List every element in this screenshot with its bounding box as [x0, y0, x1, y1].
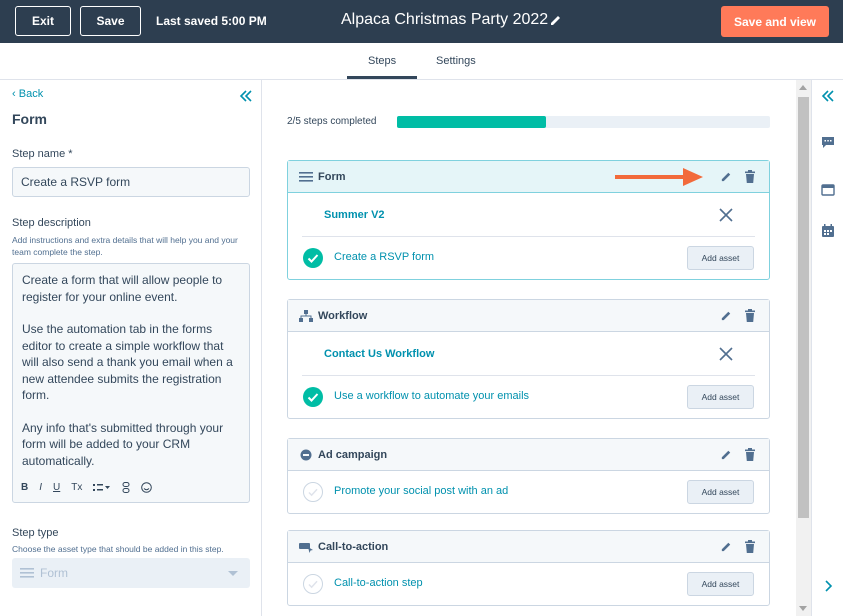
scroll-up-icon[interactable] [799, 85, 807, 90]
active-tab-indicator [347, 76, 417, 79]
task-link[interactable]: Create a RSVP form [334, 251, 434, 263]
ad-campaign-icon [300, 449, 312, 461]
description-paragraph: Create a form that will allow people to … [22, 273, 223, 304]
tabs-bar: Steps Settings [0, 43, 843, 80]
window-icon[interactable] [821, 183, 835, 197]
step-card-workflow: Workflow Contact Us Workflow Use a workf… [287, 299, 770, 419]
pencil-icon[interactable] [720, 309, 733, 322]
task-link[interactable]: Use a workflow to automate your emails [334, 390, 529, 402]
link-icon[interactable] [122, 482, 130, 494]
chevron-left-icon: ‹ [12, 88, 19, 100]
progress-fill [397, 116, 547, 128]
description-paragraph: Use the automation tab in the forms edit… [22, 322, 233, 402]
close-icon[interactable] [719, 347, 733, 361]
task-row: Call-to-action step Add asset [288, 563, 769, 605]
scroll-thumb[interactable] [798, 97, 809, 518]
step-type-label: Step type [12, 527, 59, 539]
form-lines-icon [20, 568, 34, 578]
pencil-icon[interactable] [720, 170, 733, 183]
back-link[interactable]: ‹ Back [12, 88, 43, 100]
step-type-value: Form [40, 566, 68, 580]
check-circle-icon[interactable] [303, 248, 323, 268]
step-title: Call-to-action [318, 541, 389, 553]
close-icon[interactable] [719, 208, 733, 222]
cta-icon [299, 543, 313, 553]
scroll-down-icon[interactable] [799, 606, 807, 611]
check-circle-icon[interactable] [303, 387, 323, 407]
exit-button[interactable]: Exit [15, 6, 71, 36]
step-type-hint: Choose the asset type that should be add… [12, 544, 224, 554]
clear-format-icon[interactable]: Tx [71, 480, 82, 497]
progress-text: 2/5 steps completed [287, 116, 377, 127]
page-title[interactable]: Alpaca Christmas Party 2022 [341, 11, 548, 29]
collapse-panel-icon[interactable] [238, 88, 254, 104]
expand-panel-icon[interactable] [821, 89, 835, 103]
step-description-label: Step description [12, 217, 91, 229]
top-bar: Exit Save Last saved 5:00 PM Alpaca Chri… [0, 0, 843, 43]
description-paragraph: Any info that's submitted through your f… [22, 420, 224, 468]
task-row: Create a RSVP form Add asset [288, 237, 769, 279]
step-title: Workflow [318, 310, 368, 322]
save-button[interactable]: Save [80, 6, 141, 36]
step-editor-panel: ‹ Back Form Step name * Create a RSVP fo… [0, 80, 262, 616]
asset-link[interactable]: Summer V2 [324, 209, 385, 221]
annotation-arrow-icon [615, 168, 703, 186]
task-link[interactable]: Call-to-action step [334, 577, 423, 589]
step-title: Ad campaign [318, 449, 388, 461]
trash-icon[interactable] [744, 309, 756, 322]
trash-icon[interactable] [744, 448, 756, 461]
step-description-hint: Add instructions and extra details that … [12, 235, 238, 257]
pencil-icon[interactable] [720, 540, 733, 553]
task-link[interactable]: Promote your social post with an ad [334, 485, 508, 497]
chevron-right-icon[interactable] [821, 579, 835, 593]
add-asset-button[interactable]: Add asset [687, 385, 754, 409]
add-asset-button[interactable]: Add asset [687, 480, 754, 504]
form-lines-icon [299, 172, 313, 182]
task-row: Use a workflow to automate your emails A… [288, 376, 769, 418]
step-title: Form [318, 171, 346, 183]
step-card-call-to-action: Call-to-action Call-to-action step Add a… [287, 530, 770, 606]
step-card-header[interactable]: Call-to-action [288, 531, 769, 563]
calendar-icon[interactable] [821, 224, 835, 238]
italic-icon[interactable]: I [39, 480, 42, 497]
task-row: Promote your social post with an ad Add … [288, 471, 769, 513]
trash-icon[interactable] [744, 540, 756, 553]
save-and-view-button[interactable]: Save and view [721, 6, 829, 37]
chevron-down-icon [228, 571, 238, 576]
right-rail [811, 80, 843, 616]
panel-title: Form [12, 111, 47, 127]
steps-main: 2/5 steps completed Form Summer V2 Creat… [263, 80, 796, 616]
progress-bar [397, 116, 770, 128]
asset-row: Contact Us Workflow [302, 332, 755, 376]
asset-link[interactable]: Contact Us Workflow [324, 348, 434, 360]
list-icon[interactable] [93, 483, 111, 493]
underline-icon[interactable]: U [53, 480, 60, 497]
empty-check-circle-icon[interactable] [303, 574, 323, 594]
comments-icon[interactable] [821, 136, 835, 150]
tab-settings[interactable]: Settings [436, 55, 476, 67]
step-type-select[interactable]: Form [12, 558, 250, 588]
workflow-icon [299, 310, 313, 322]
main-scrollbar[interactable] [796, 80, 811, 616]
last-saved-status: Last saved 5:00 PM [156, 14, 267, 28]
step-card-header[interactable]: Workflow [288, 300, 769, 332]
tab-steps[interactable]: Steps [368, 55, 396, 67]
step-name-label: Step name * [12, 148, 73, 160]
rich-text-toolbar: B I U Tx [21, 480, 153, 497]
asset-row: Summer V2 [302, 193, 755, 237]
back-label: Back [18, 88, 44, 100]
emoji-icon[interactable] [141, 482, 153, 494]
edit-title-pencil-icon[interactable] [549, 13, 563, 27]
add-asset-button[interactable]: Add asset [687, 572, 754, 596]
add-asset-button[interactable]: Add asset [687, 246, 754, 270]
step-description-editor[interactable]: Create a form that will allow people to … [12, 263, 250, 503]
empty-check-circle-icon[interactable] [303, 482, 323, 502]
step-card-header[interactable]: Ad campaign [288, 439, 769, 471]
bold-icon[interactable]: B [21, 480, 28, 497]
step-card-ad-campaign: Ad campaign Promote your social post wit… [287, 438, 770, 514]
step-name-field[interactable]: Create a RSVP form [12, 167, 250, 197]
pencil-icon[interactable] [720, 448, 733, 461]
trash-icon[interactable] [744, 170, 756, 183]
